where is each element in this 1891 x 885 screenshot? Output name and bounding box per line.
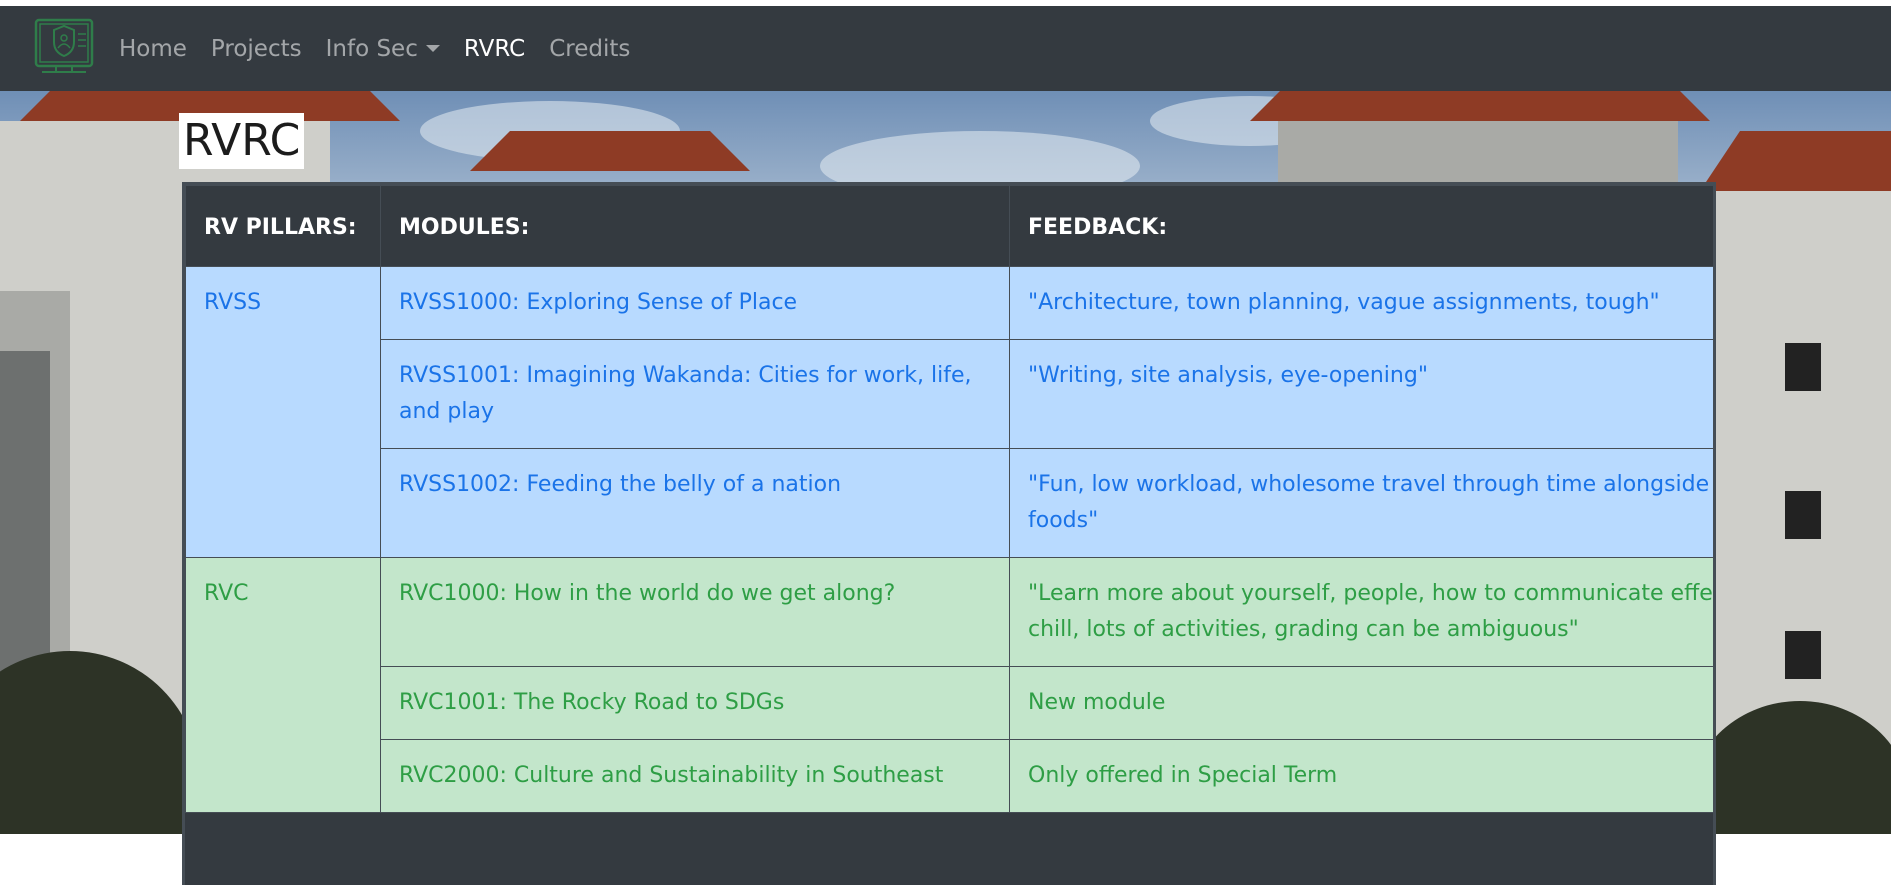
header-feedback: FEEDBACK: bbox=[1009, 185, 1713, 267]
table-row: RVSS1002: Feeding the belly of a nation … bbox=[186, 448, 1713, 558]
feedback-cell: New module bbox=[1009, 666, 1713, 740]
module-cell: RVSS1001: Imagining Wakanda: Cities for … bbox=[380, 339, 1010, 449]
window bbox=[1785, 631, 1821, 679]
feedback-cell: "Learn more about yourself, people, how … bbox=[1009, 557, 1713, 667]
module-cell: RVSS1000: Exploring Sense of Place bbox=[380, 266, 1010, 340]
nav-projects[interactable]: Projects bbox=[211, 36, 302, 62]
nav-info-sec-dropdown[interactable]: Info Sec bbox=[326, 36, 440, 62]
feedback-cell: Only offered in Special Term bbox=[1009, 739, 1713, 813]
nav-rvrc[interactable]: RVRC bbox=[464, 36, 525, 62]
module-cell: RVC1001: The Rocky Road to SDGs bbox=[380, 666, 1010, 740]
modules-table: RV PILLARS: MODULES: FEEDBACK: RVSS RVSS… bbox=[182, 182, 1716, 885]
nav-menu: Home Projects Info Sec RVRC Credits bbox=[119, 6, 654, 91]
caret-down-icon bbox=[425, 45, 440, 52]
module-cell: RVSS1002: Feeding the belly of a nation bbox=[380, 448, 1010, 558]
header-modules: MODULES: bbox=[380, 185, 1010, 267]
module-cell: RVC1000: How in the world do we get alon… bbox=[380, 557, 1010, 667]
nav-info-sec-label: Info Sec bbox=[325, 35, 418, 62]
feedback-cell: "Fun, low workload, wholesome travel thr… bbox=[1009, 448, 1713, 558]
table-row: RVC RVC1000: How in the world do we get … bbox=[185, 557, 1713, 813]
roof bbox=[470, 131, 750, 171]
window bbox=[1785, 343, 1821, 391]
pillar-rvss: RVSS bbox=[185, 266, 381, 558]
navbar: Home Projects Info Sec RVRC Credits bbox=[0, 6, 1891, 91]
security-monitor-icon[interactable] bbox=[32, 16, 96, 80]
roof bbox=[1700, 131, 1891, 191]
header-pillars: RV PILLARS: bbox=[185, 185, 381, 267]
table-header-row: RV PILLARS: MODULES: FEEDBACK: bbox=[185, 185, 1713, 267]
nav-home[interactable]: Home bbox=[119, 36, 187, 62]
roof bbox=[1250, 91, 1710, 121]
module-cell: RVC2000: Culture and Sustainability in S… bbox=[380, 739, 1010, 813]
page-title: RVRC bbox=[179, 113, 305, 169]
table-row: RVC1001: The Rocky Road to SDGs New modu… bbox=[186, 666, 1713, 740]
nav-credits[interactable]: Credits bbox=[549, 36, 630, 62]
table-row: RVC2000: Culture and Sustainability in S… bbox=[186, 739, 1713, 813]
window bbox=[1785, 491, 1821, 539]
table-row: RVSS RVSS1000: Exploring Sense of Place … bbox=[185, 266, 1713, 558]
table-row: RVSS1001: Imagining Wakanda: Cities for … bbox=[186, 339, 1713, 449]
pillar-rvc: RVC bbox=[185, 557, 381, 813]
feedback-cell: "Writing, site analysis, eye-opening" bbox=[1009, 339, 1713, 449]
feedback-cell: "Architecture, town planning, vague assi… bbox=[1009, 266, 1713, 340]
